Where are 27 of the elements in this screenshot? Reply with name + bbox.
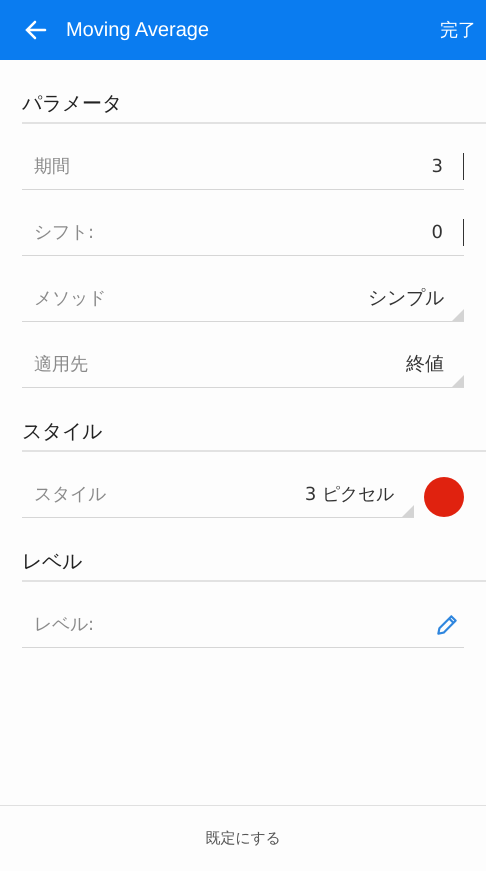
field-label: レベル: bbox=[34, 613, 94, 637]
screen-title: Moving Average bbox=[66, 18, 210, 43]
field-label: 適用先 bbox=[34, 353, 88, 377]
field-value: シンプル bbox=[368, 286, 445, 312]
field-value: 3 bbox=[432, 153, 464, 180]
field-label: 期間 bbox=[34, 155, 70, 179]
reset-defaults-button[interactable]: 既定にする bbox=[206, 827, 280, 850]
color-swatch[interactable] bbox=[424, 477, 464, 517]
section-header: パラメータ bbox=[22, 84, 486, 124]
select-field[interactable]: メソッド シンプル bbox=[22, 276, 464, 322]
back-arrow-icon[interactable] bbox=[24, 18, 48, 42]
section-header: スタイル bbox=[22, 412, 486, 452]
select-field[interactable]: スタイル 3 ピクセル bbox=[22, 472, 414, 518]
input-field[interactable]: 期間 3 bbox=[22, 144, 464, 190]
section-header: レベル bbox=[22, 542, 486, 582]
dropdown-corner-icon bbox=[452, 309, 464, 321]
field-label: スタイル bbox=[34, 483, 106, 507]
dropdown-corner-icon bbox=[402, 505, 414, 517]
field-value: 3 ピクセル bbox=[304, 483, 395, 507]
field-label: メソッド bbox=[34, 287, 106, 311]
field-value: 終値 bbox=[406, 352, 445, 378]
select-field[interactable]: 適用先 終値 bbox=[22, 342, 464, 388]
field-value: 0 bbox=[432, 219, 464, 246]
field-label: シフト: bbox=[34, 221, 94, 245]
done-button[interactable]: 完了 bbox=[440, 16, 476, 44]
dropdown-corner-icon bbox=[452, 375, 464, 387]
input-field[interactable]: シフト: 0 bbox=[22, 210, 464, 256]
